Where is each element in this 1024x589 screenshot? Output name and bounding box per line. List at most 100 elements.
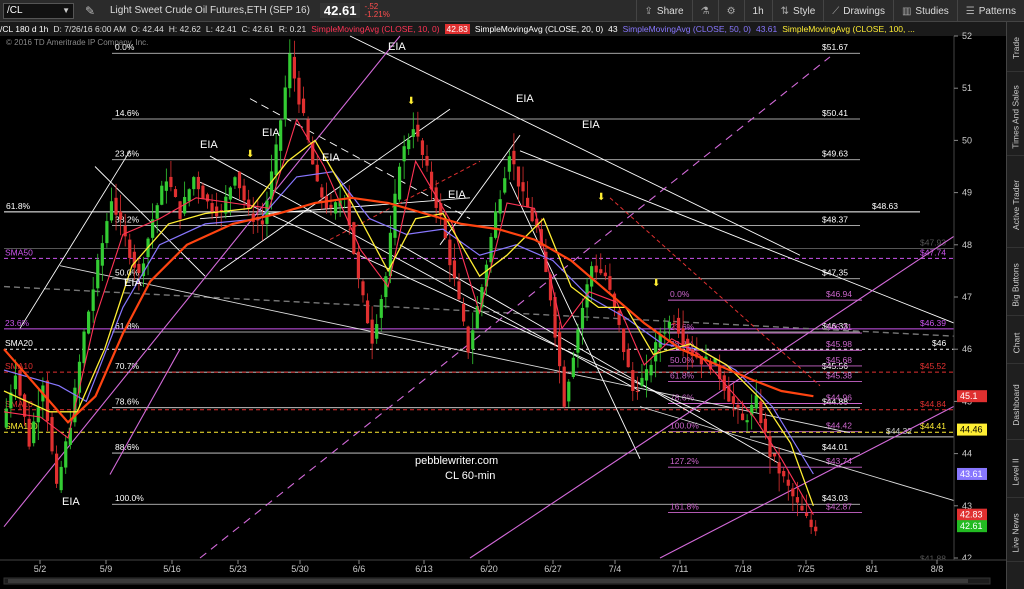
sidebar-tab[interactable]: Chart: [1007, 322, 1024, 364]
price-tag-label: 44.46: [960, 425, 983, 435]
candle-body: [672, 323, 676, 325]
candle-body: [32, 421, 36, 444]
candle-body: [22, 394, 27, 417]
eia-label: EIA: [448, 189, 466, 201]
fib-level-label: 78.6%: [115, 397, 140, 407]
candle-body: [795, 497, 800, 503]
fib-level-label: 14.6%: [115, 108, 140, 118]
candle-body: [237, 171, 242, 189]
candle-body: [87, 311, 91, 334]
candle-body: [640, 377, 644, 386]
candle-body: [210, 203, 214, 212]
candle-body: [736, 404, 740, 408]
time-tick-label: 6/27: [544, 564, 562, 574]
support-level-price: $46.39: [920, 318, 946, 328]
price-tick-label: 52: [962, 31, 972, 41]
time-tick-label: 8/8: [931, 564, 944, 574]
candle-body: [782, 471, 786, 477]
sidebar-tab[interactable]: Trade: [1007, 24, 1024, 72]
candle-body: [91, 289, 95, 311]
candle-body: [571, 357, 575, 378]
candle-body: [128, 239, 132, 258]
price-chart[interactable]: 0.0% $51.67 14.6% $50.41 23.6% $49.63 38.2% $48…: [0, 0, 1006, 589]
sidebar-tab-label: Chart: [1011, 332, 1022, 353]
candle-body: [667, 321, 671, 329]
sidebar-tab[interactable]: Times And Sales: [1007, 78, 1024, 156]
fib-level-price: $44.01: [822, 442, 848, 452]
candle-body: [228, 187, 232, 200]
price-tag-label: 42.83: [960, 510, 983, 520]
candle-body: [247, 199, 251, 209]
sidebar-tab[interactable]: Dashboard: [1007, 370, 1024, 440]
trend-line: [199, 181, 701, 413]
candle-body: [36, 407, 40, 423]
candle-body: [123, 225, 127, 237]
candle-body: [512, 150, 516, 165]
candle-body: [54, 453, 59, 484]
candle-body: [155, 205, 159, 219]
sidebar-tab[interactable]: Level II: [1007, 446, 1024, 498]
time-tick-label: 7/18: [734, 564, 752, 574]
sidebar-tab-label: Active Trader: [1011, 179, 1022, 230]
sidebar-tab[interactable]: Big Buttons: [1007, 254, 1024, 316]
support-level-label: 61.8%: [6, 201, 31, 211]
trend-lines: [3, 35, 1005, 559]
candle-body: [471, 330, 475, 350]
time-tick-label: 5/9: [100, 564, 113, 574]
time-tick-label: 6/20: [480, 564, 498, 574]
candle-body: [416, 124, 420, 137]
candle-body: [4, 408, 8, 428]
candle-body: [498, 199, 502, 214]
candle-body: [379, 299, 383, 318]
fib-ext-price: $46.94: [826, 289, 852, 299]
fib-ext-label: 0.0%: [670, 289, 690, 299]
candle-body: [457, 281, 461, 300]
support-level-label: SMA50: [5, 247, 33, 257]
time-tick-label: 5/2: [34, 564, 47, 574]
eia-label: EIA: [322, 152, 340, 164]
candle-body: [494, 211, 498, 238]
candle-body: [576, 329, 580, 353]
candle-body: [622, 328, 626, 353]
candle-body: [562, 366, 566, 407]
sidebar-tab-label: Big Buttons: [1011, 262, 1022, 307]
candle-body: [105, 221, 109, 244]
candle-body: [759, 401, 763, 424]
candle-body: [594, 265, 598, 273]
watermark-site: pebblewriter.com: [415, 455, 498, 467]
candle-body: [681, 328, 685, 346]
candle-body: [452, 260, 457, 279]
candle-body: [283, 87, 287, 120]
sidebar-tab-label: Times And Sales: [1011, 84, 1021, 149]
candle-body: [676, 317, 681, 334]
candle-body: [603, 272, 607, 277]
candle-body: [114, 197, 118, 215]
eia-label: EIA: [62, 496, 80, 508]
eia-label: EIA: [200, 139, 218, 151]
candle-body: [407, 139, 411, 150]
time-axis-bg: [0, 560, 1006, 589]
fib-level-price: $49.63: [822, 149, 848, 159]
price-tag-label: 43.61: [960, 469, 983, 479]
candle-body: [27, 418, 31, 447]
sidebar-tab-label: Trade: [1011, 36, 1022, 59]
candle-body: [100, 243, 104, 266]
arrow-down-icon: ⬇: [597, 192, 605, 203]
candle-body: [356, 251, 361, 279]
price-tick-label: 48: [962, 240, 972, 250]
candle-body: [370, 319, 374, 344]
candle-body: [402, 146, 406, 162]
sidebar-tab[interactable]: Live News: [1007, 504, 1024, 562]
support-level-price: $44.41: [920, 421, 946, 431]
time-tick-label: 5/16: [163, 564, 181, 574]
candle-body: [461, 303, 466, 322]
chart-labels: EIA EIA EIA EIA EIA EIA EIA EIA EIA pebblewriter.…: [62, 41, 660, 508]
support-level-price: $46: [932, 338, 946, 348]
candle-body: [663, 332, 667, 334]
price-tick-label: 46: [962, 344, 972, 354]
sidebar-tab-label: Level II: [1011, 457, 1021, 486]
sidebar-tab[interactable]: Active Trader: [1007, 162, 1024, 248]
candle-body: [50, 417, 54, 452]
candle-body: [626, 349, 630, 368]
candle-body: [489, 236, 493, 263]
